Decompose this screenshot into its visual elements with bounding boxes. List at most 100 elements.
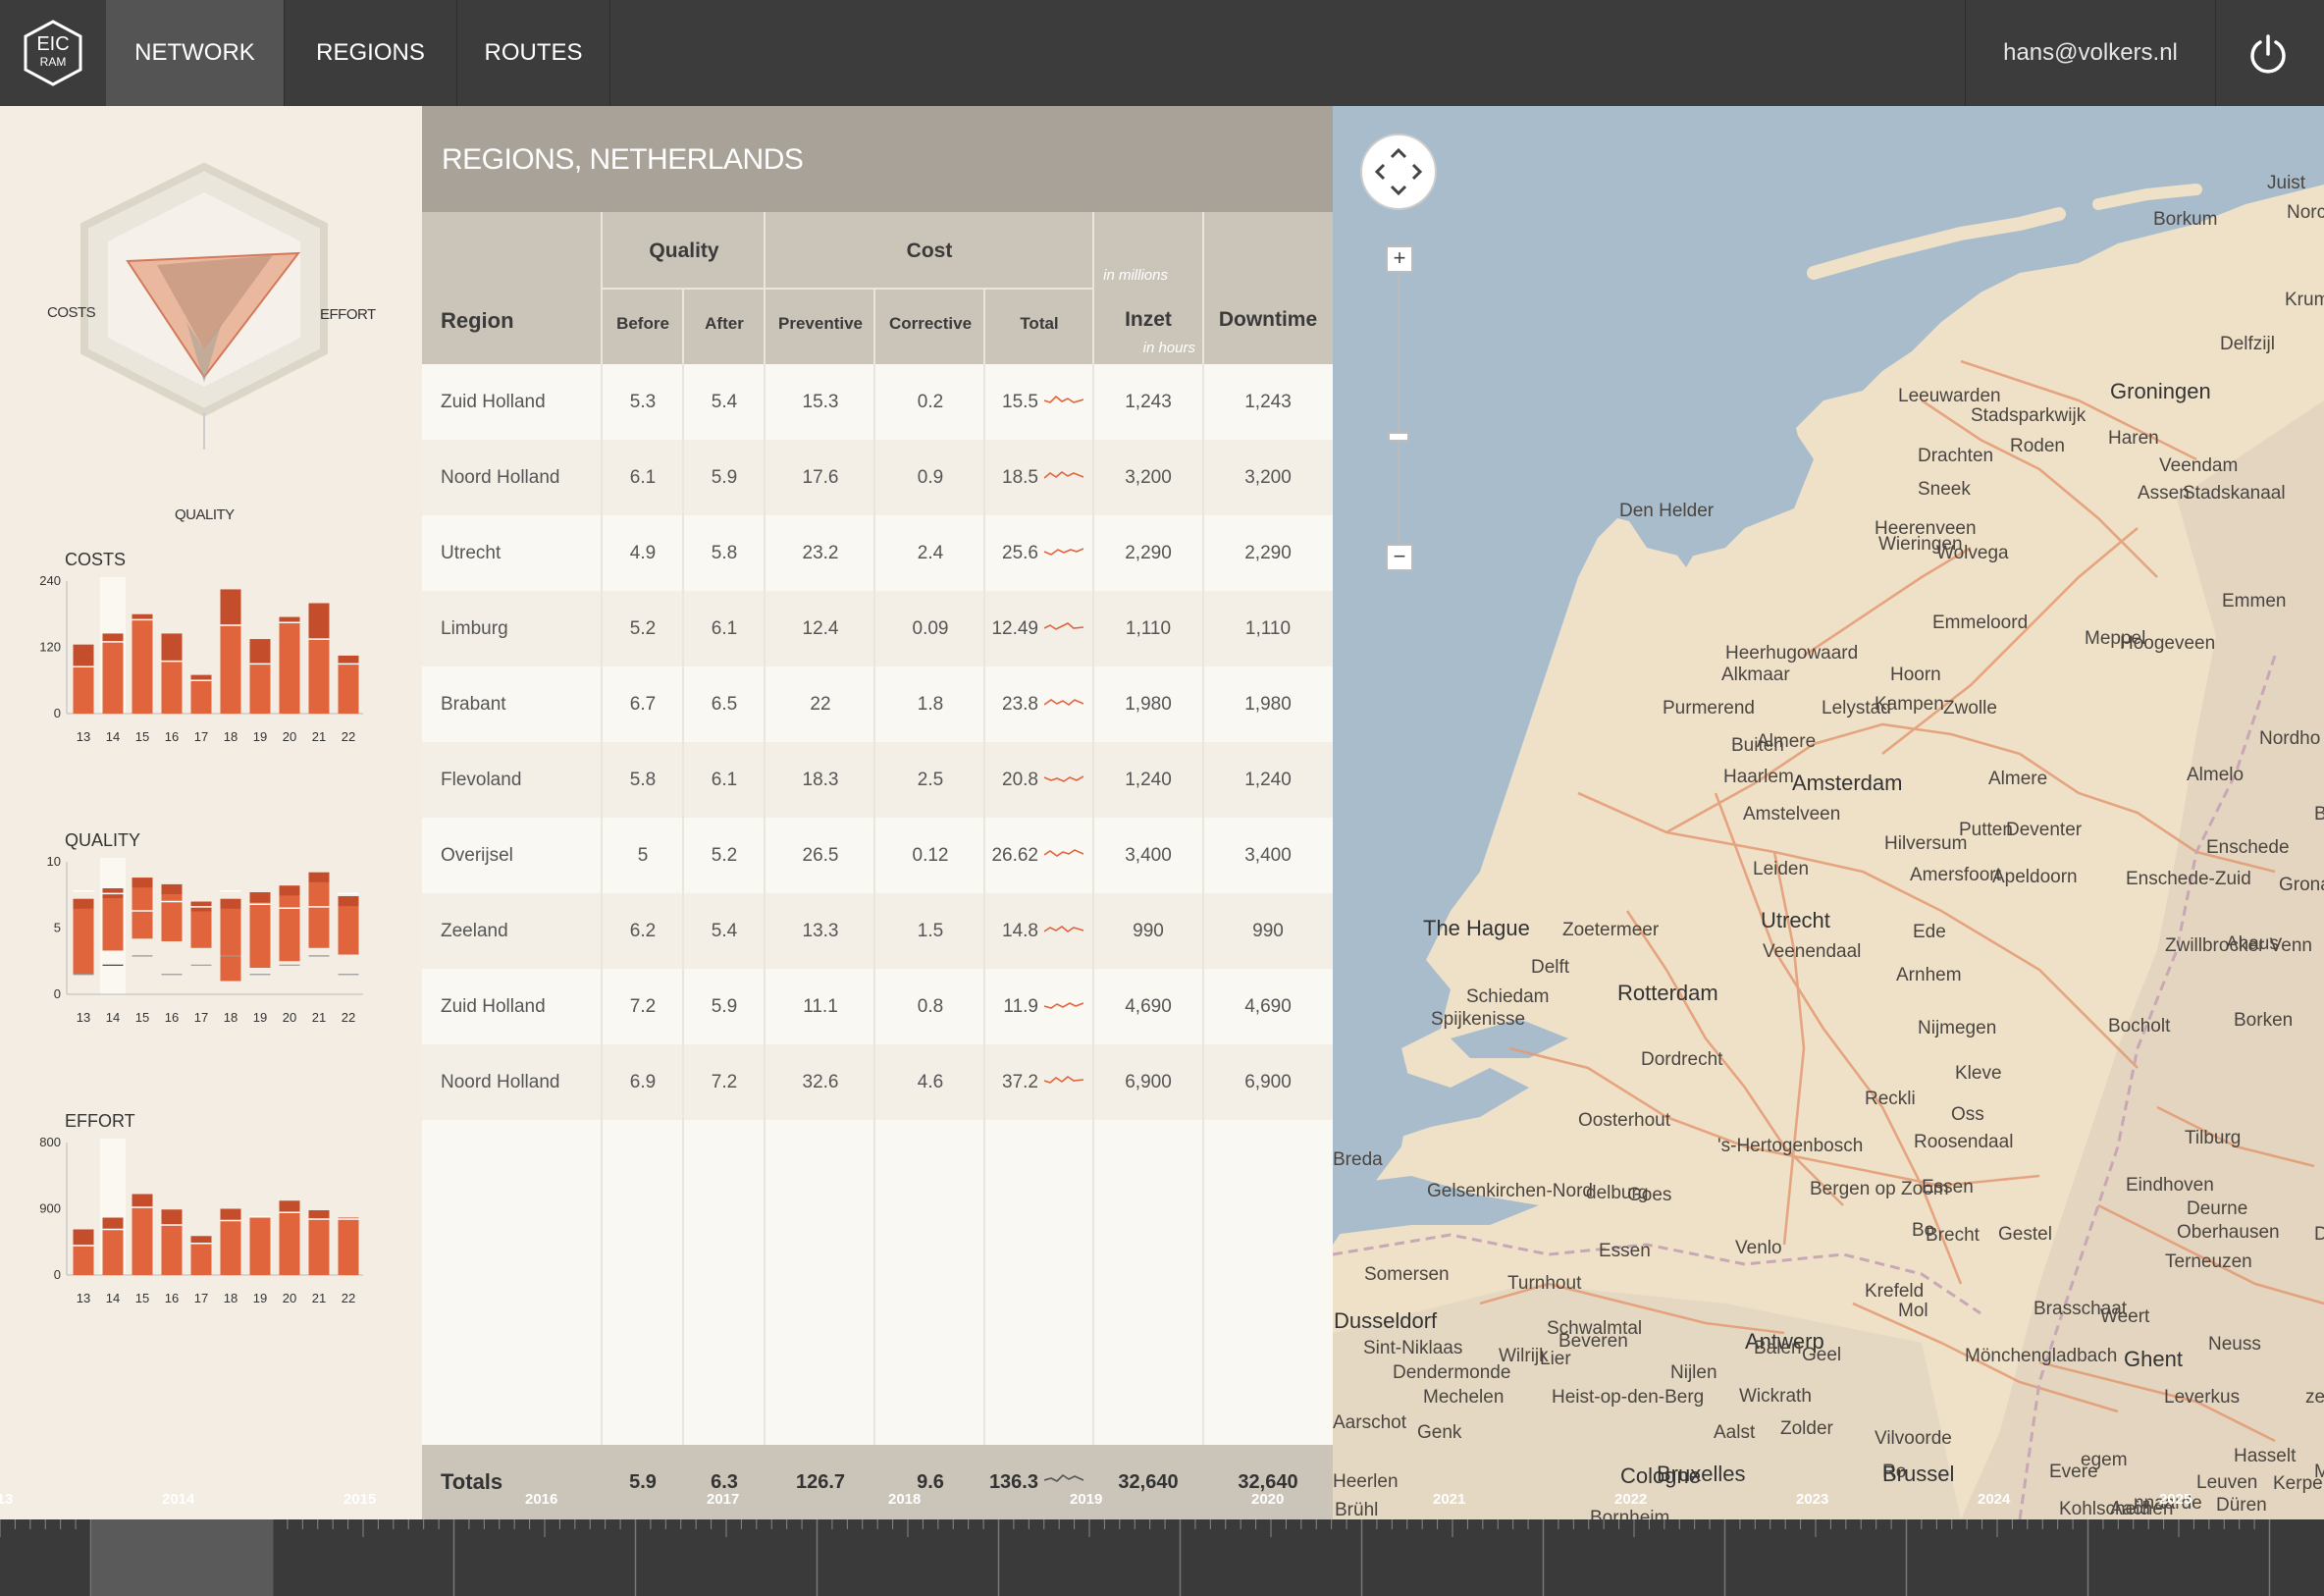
- nav-regions[interactable]: REGIONS: [285, 0, 457, 106]
- timeline-bar[interactable]: 2013 2014 2015 2016 2017 2018 2019 2020 2021 2022…: [0, 1491, 2324, 1596]
- cell-downtime: 1,243: [1244, 392, 1292, 412]
- map-place-label: Hilversum: [1884, 833, 1968, 854]
- cell-corrective: 0.12: [912, 845, 949, 866]
- column-header-corrective[interactable]: Corrective: [875, 314, 985, 334]
- y-tick-label: 240: [39, 573, 61, 588]
- column-header-total[interactable]: Total: [985, 314, 1093, 334]
- table-row[interactable]: Brabant 6.7 6.5 22 1.8 23.8 1,980 1,980: [422, 666, 1333, 742]
- cell-total: 25.6: [1002, 543, 1038, 563]
- map-place-label: Ede: [1913, 922, 1946, 942]
- summary-panel: COSTS EFFORT QUALITY COSTS 240 120 0 13 14 15…: [0, 106, 422, 1519]
- bar-cap: [73, 898, 94, 909]
- cell-before: 5.2: [629, 618, 657, 639]
- zoom-slider-handle[interactable]: [1388, 432, 1409, 442]
- column-header-region[interactable]: Region: [441, 308, 514, 334]
- timeline-year-label[interactable]: 2014: [162, 1491, 194, 1508]
- timeline-year-label[interactable]: 2013: [0, 1491, 13, 1508]
- timeline-year-label[interactable]: 2019: [1070, 1491, 1102, 1508]
- timeline-year-label[interactable]: 2025: [2159, 1491, 2192, 1508]
- power-icon[interactable]: [2247, 33, 2289, 75]
- table-row[interactable]: Utrecht 4.9 5.8 23.2 2.4 25.6 2,290 2,290: [422, 515, 1333, 591]
- map-pan-control[interactable]: [1360, 133, 1437, 210]
- zoom-in-button[interactable]: +: [1386, 245, 1413, 273]
- table-row[interactable]: Flevoland 5.8 6.1 18.3 2.5 20.8 1,240 1,240: [422, 742, 1333, 818]
- cell-inzet: 1,980: [1125, 694, 1172, 715]
- cell-region: Zuid Holland: [441, 392, 546, 412]
- timeline-year-label[interactable]: 2021: [1433, 1491, 1465, 1508]
- mini-bar-chart: 10 5 0 13 14 15 16 17 18 19 20 21 22: [47, 854, 363, 1025]
- bar-segment: [102, 641, 124, 714]
- table-row[interactable]: Zuid Holland 7.2 5.9 11.1 0.8 11.9 4,690 4,690: [422, 969, 1333, 1044]
- map-place-label: Kleve: [1955, 1063, 2002, 1084]
- nav-routes[interactable]: ROUTES: [457, 0, 610, 106]
- radar-label-effort: EFFORT: [320, 306, 376, 323]
- timeline-year-label[interactable]: 2020: [1251, 1491, 1284, 1508]
- column-header-inzet[interactable]: Inzet: [1093, 308, 1203, 332]
- logo[interactable]: EIC RAM: [18, 18, 88, 88]
- timeline-year-label[interactable]: 2022: [1614, 1491, 1647, 1508]
- map-place-label: Essen: [1599, 1241, 1651, 1261]
- zoom-slider-track[interactable]: [1398, 255, 1400, 559]
- map-place-label: Kerpen: [2273, 1473, 2324, 1494]
- timeline-year-label[interactable]: 2018: [888, 1491, 921, 1508]
- column-header-after[interactable]: After: [683, 314, 766, 334]
- table-row[interactable]: Limburg 5.2 6.1 12.4 0.09 12.49 1,110 1,110: [422, 591, 1333, 666]
- cell-total: 23.8: [1002, 694, 1038, 715]
- map-place-label: Nijmegen: [1918, 1018, 1997, 1038]
- map-place-label: Gronau: [2279, 875, 2324, 895]
- map-place-label: Stadskanaal: [2183, 483, 2286, 504]
- cell-after: 7.2: [711, 1072, 738, 1092]
- mini-bar-chart: 240 120 0 13 14 15 16 17 18 19 20 21 22: [39, 573, 363, 744]
- timeline-active-segment[interactable]: [90, 1519, 273, 1596]
- cell-inzet: 990: [1133, 921, 1164, 941]
- timeline-year-label[interactable]: 2015: [343, 1491, 376, 1508]
- map-place-label: Leuven: [2196, 1472, 2258, 1493]
- map-place-label: Dusseldorf: [1334, 1308, 1438, 1333]
- column-header-before[interactable]: Before: [603, 314, 683, 334]
- table-header-bar: REGIONS, NETHERLANDS: [422, 106, 1333, 212]
- mini-chart-effort: EFFORT 1800 900 0 13 14 15 16 17 18 19 20 21 22: [39, 1111, 373, 1337]
- table-row[interactable]: Noord Holland 6.1 5.9 17.6 0.9 18.5 3,200 3,200: [422, 440, 1333, 515]
- column-header-downtime[interactable]: Downtime: [1203, 308, 1333, 332]
- map-view[interactable]: Juist Borkum Norc Krummh Delfzijl Leeuwarden G…: [1333, 106, 2324, 1519]
- timeline-year-label[interactable]: 2017: [707, 1491, 739, 1508]
- zoom-out-button[interactable]: −: [1386, 544, 1413, 571]
- cell-before: 5.8: [629, 770, 657, 790]
- x-tick-label: 16: [165, 1291, 179, 1305]
- table-row[interactable]: Noord Holland 6.9 7.2 32.6 4.6 37.2 6,900 6,900: [422, 1044, 1333, 1120]
- map-place-label: ze: [2305, 1387, 2324, 1408]
- bar-segment: [73, 666, 94, 714]
- map-place-label: Genk: [1417, 1422, 1462, 1443]
- x-tick-label: 13: [77, 1291, 90, 1305]
- cell-before: 6.9: [629, 1072, 657, 1092]
- nav-network[interactable]: NETWORK: [106, 0, 285, 106]
- cell-inzet: 1,110: [1125, 618, 1172, 639]
- cell-corrective: 0.9: [917, 467, 944, 488]
- x-tick-label: 21: [312, 729, 326, 744]
- user-email[interactable]: hans@volkers.nl: [1965, 0, 2216, 106]
- table-row[interactable]: Overijsel 5 5.2 26.5 0.12 26.62 3,400 3,400: [422, 818, 1333, 893]
- map-place-label: Geel: [1802, 1345, 1842, 1365]
- column-header-preventive[interactable]: Preventive: [766, 314, 875, 334]
- x-tick-label: 21: [312, 1291, 326, 1305]
- cell-region: Limburg: [441, 618, 508, 639]
- bar-segment: [132, 1207, 153, 1275]
- table-row[interactable]: Zeeland 6.2 5.4 13.3 1.5 14.8 990 990: [422, 893, 1333, 969]
- x-tick-label: 15: [135, 1291, 149, 1305]
- table-row[interactable]: Zuid Holland 5.3 5.4 15.3 0.2 15.5 1,243 1,243: [422, 364, 1333, 440]
- cell-total: 12.49: [991, 618, 1038, 639]
- timeline-year-label[interactable]: 2024: [1978, 1491, 2010, 1508]
- column-group-quality: Quality: [649, 239, 719, 262]
- cell-after: 5.4: [711, 392, 738, 412]
- map-place-label: Enschede-Zuid: [2126, 869, 2251, 889]
- map-place-label: Dendermonde: [1393, 1362, 1511, 1383]
- map-place-label: Breda: [1333, 1149, 1383, 1170]
- timeline-year-label[interactable]: 2023: [1796, 1491, 1828, 1508]
- map-place-label: Apeldoorn: [1992, 867, 2078, 887]
- bar-cap: [279, 885, 300, 896]
- map-place-label: Borken: [2234, 1010, 2294, 1031]
- timeline-year-label[interactable]: 2016: [525, 1491, 557, 1508]
- map-place-label: Wolvega: [1936, 543, 2009, 563]
- map-place-label: Haarlem: [1723, 767, 1794, 787]
- pan-icon[interactable]: [1362, 135, 1435, 208]
